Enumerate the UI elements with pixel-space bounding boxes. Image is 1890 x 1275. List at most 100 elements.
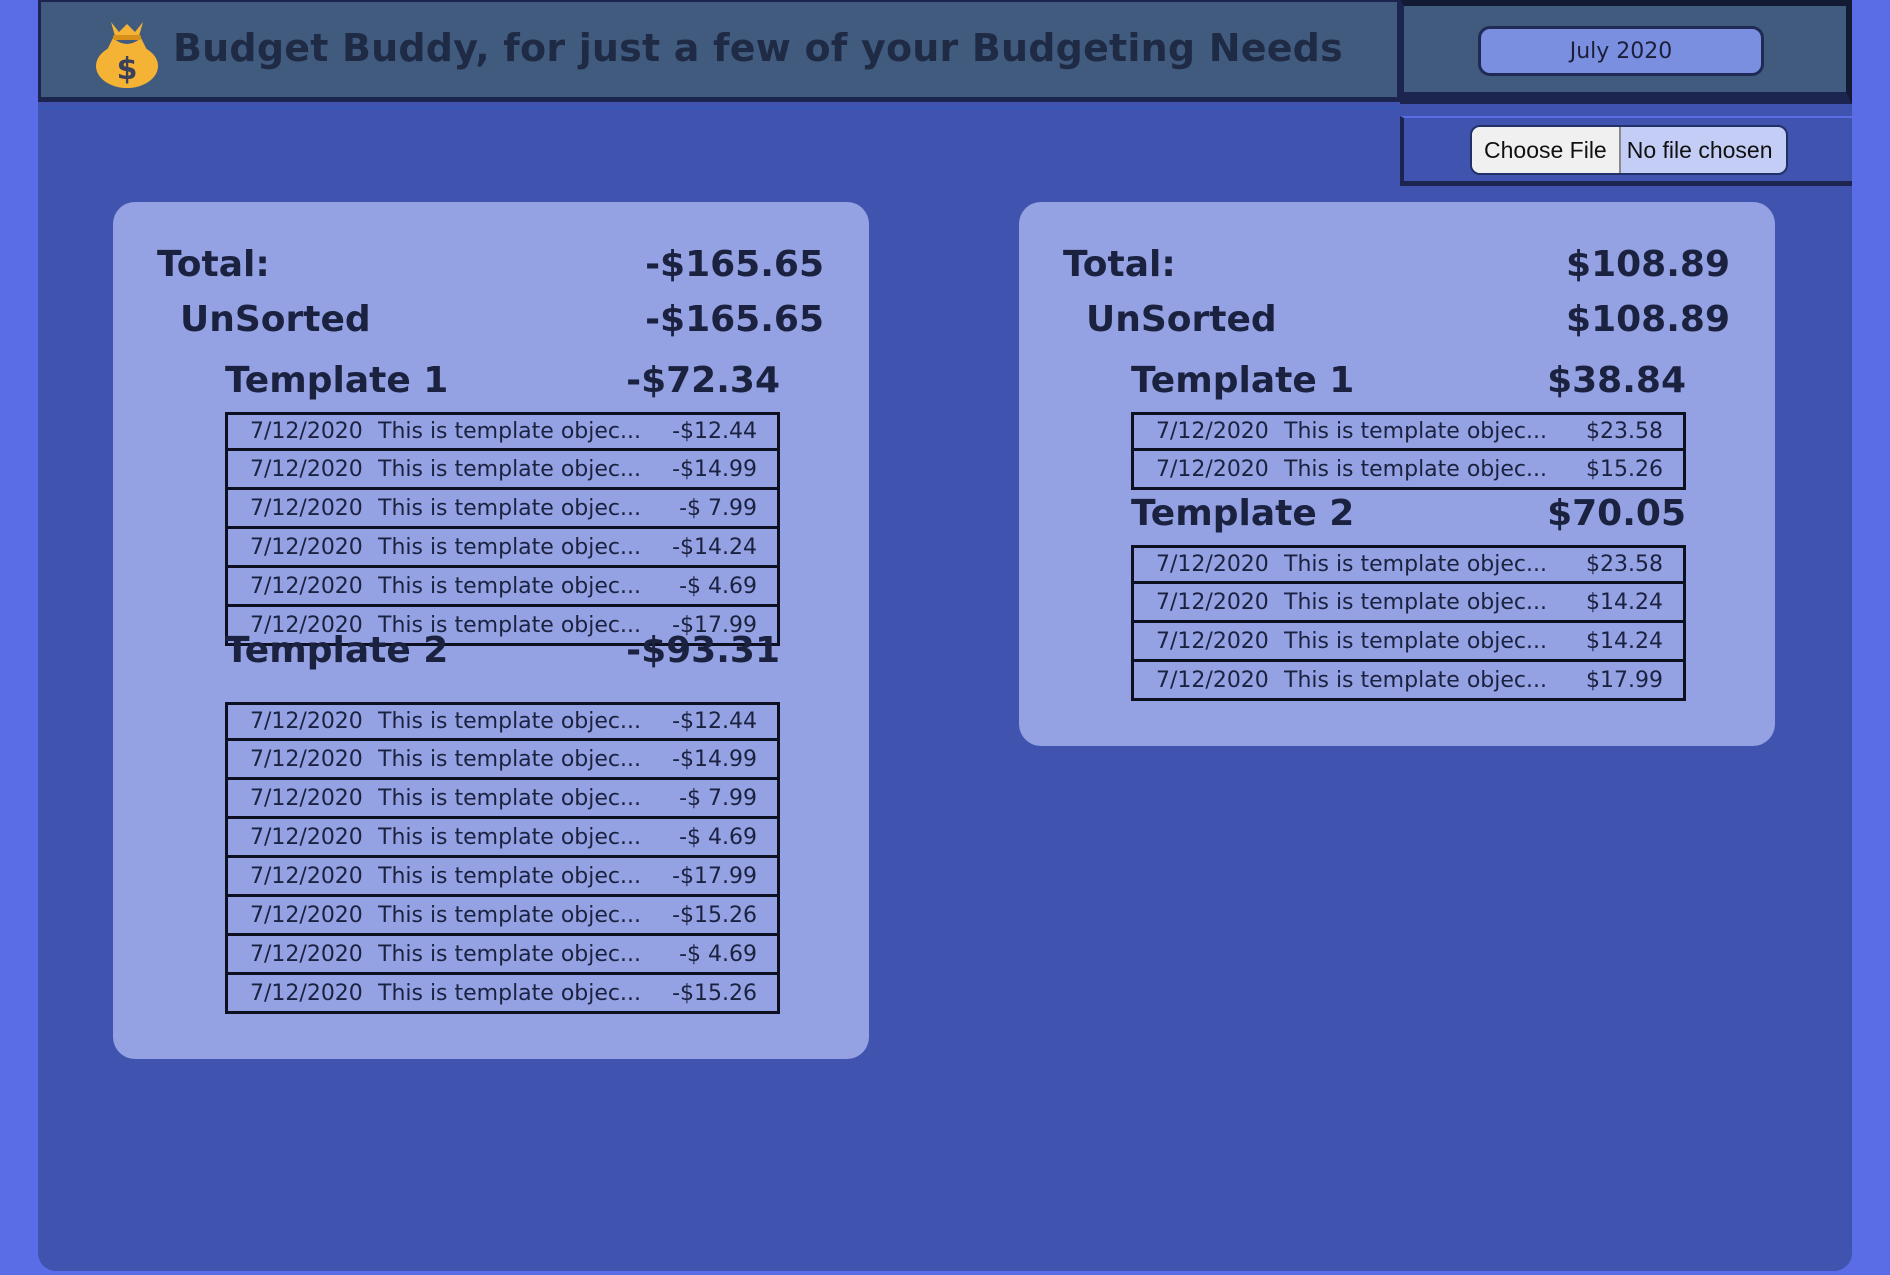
tx-amount: -$ 4.69: [679, 941, 757, 967]
choose-file-button[interactable]: Choose File: [1472, 127, 1621, 173]
tx-date: 7/12/2020: [250, 902, 363, 928]
transaction-row[interactable]: 7/12/2020 This is template objec... $23.58: [1131, 412, 1686, 451]
tx-amount: -$14.99: [672, 456, 757, 482]
tx-amount: -$15.26: [672, 902, 757, 928]
tx-amount: -$ 7.99: [679, 785, 757, 811]
total-value: -$165.65: [645, 244, 824, 285]
group-header-template-2[interactable]: Template 2 $70.05: [1131, 491, 1686, 535]
transaction-list: 7/12/2020 This is template objec... -$12.4…: [225, 702, 780, 1014]
total-label: Total:: [157, 244, 270, 285]
transaction-row[interactable]: 7/12/2020 This is template objec... -$14.9…: [225, 451, 780, 490]
month-panel: July 2020: [1400, 0, 1852, 104]
total-row: Total: -$165.65: [157, 244, 824, 285]
transaction-list: 7/12/2020 This is template objec... -$12.4…: [225, 412, 780, 646]
tx-date: 7/12/2020: [1156, 667, 1269, 693]
tx-amount: -$14.24: [672, 534, 757, 560]
transaction-row[interactable]: 7/12/2020 This is template objec... -$12.4…: [225, 412, 780, 451]
budget-card-left: Total: -$165.65 UnSorted -$165.65 Templa…: [113, 202, 869, 1059]
tx-description: This is template objec...: [378, 902, 641, 928]
tx-description: This is template objec...: [1284, 456, 1547, 482]
tx-amount: $14.24: [1586, 628, 1663, 654]
group-total: $38.84: [1547, 359, 1686, 401]
transaction-row[interactable]: 7/12/2020 This is template objec... -$ 4.6…: [225, 568, 780, 607]
tx-description: This is template objec...: [378, 456, 641, 482]
tx-description: This is template objec...: [1284, 589, 1547, 615]
money-bag-icon: $: [96, 22, 158, 88]
tx-description: This is template objec...: [378, 785, 641, 811]
group-name: Template 1: [225, 359, 449, 401]
transaction-row[interactable]: 7/12/2020 This is template objec... -$ 7.9…: [225, 490, 780, 529]
tx-description: This is template objec...: [378, 746, 641, 772]
transaction-row[interactable]: 7/12/2020 This is template objec... -$ 4.6…: [225, 819, 780, 858]
transaction-row[interactable]: 7/12/2020 This is template objec... -$14.9…: [225, 741, 780, 780]
transaction-row[interactable]: 7/12/2020 This is template objec... -$17.9…: [225, 858, 780, 897]
tx-description: This is template objec...: [378, 980, 641, 1006]
month-selector-button[interactable]: July 2020: [1478, 26, 1764, 76]
tx-date: 7/12/2020: [1156, 589, 1269, 615]
tx-date: 7/12/2020: [250, 495, 363, 521]
transaction-row[interactable]: 7/12/2020 This is template objec... -$15.2…: [225, 897, 780, 936]
unsorted-value: -$165.65: [645, 299, 824, 340]
tx-amount: $23.58: [1586, 419, 1663, 444]
tx-amount: $14.24: [1586, 589, 1663, 615]
tx-date: 7/12/2020: [250, 746, 363, 772]
file-status-text: No file chosen: [1626, 136, 1773, 163]
group-header-template-1[interactable]: Template 1 $38.84: [1131, 358, 1686, 402]
page-title: Budget Buddy, for just a few of your Bud…: [173, 26, 1343, 70]
transaction-row[interactable]: 7/12/2020 This is template objec... -$14.2…: [225, 529, 780, 568]
tx-date: 7/12/2020: [1156, 552, 1269, 577]
tx-amount: -$14.99: [672, 746, 757, 772]
tx-date: 7/12/2020: [250, 419, 363, 444]
unsorted-label: UnSorted: [180, 299, 371, 340]
file-input[interactable]: Choose File No file chosen: [1470, 125, 1788, 175]
tx-description: This is template objec...: [378, 824, 641, 850]
transaction-row[interactable]: 7/12/2020 This is template objec... $23.58: [1131, 545, 1686, 584]
group-header-template-1[interactable]: Template 1 -$72.34: [225, 358, 780, 402]
tx-description: This is template objec...: [378, 573, 641, 599]
tx-date: 7/12/2020: [250, 980, 363, 1006]
group-name: Template 2: [225, 629, 449, 671]
app-header: $ Budget Buddy, for just a few of your B…: [38, 0, 1400, 102]
tx-amount: -$ 4.69: [679, 824, 757, 850]
unsorted-row[interactable]: UnSorted -$165.65: [180, 299, 824, 340]
tx-description: This is template objec...: [378, 534, 641, 560]
svg-text:$: $: [117, 52, 138, 87]
file-upload-panel: Choose File No file chosen: [1400, 116, 1852, 186]
group-name: Template 1: [1131, 359, 1355, 401]
tx-date: 7/12/2020: [1156, 628, 1269, 654]
total-value: $108.89: [1566, 244, 1730, 285]
group-total: -$72.34: [626, 359, 780, 401]
transaction-row[interactable]: 7/12/2020 This is template objec... $14.24: [1131, 584, 1686, 623]
unsorted-label: UnSorted: [1086, 299, 1277, 340]
tx-amount: $23.58: [1586, 552, 1663, 577]
tx-amount: $17.99: [1586, 667, 1663, 693]
transaction-list: 7/12/2020 This is template objec... $23.58…: [1131, 412, 1686, 490]
header-divider: [38, 106, 1400, 110]
tx-amount: -$17.99: [672, 863, 757, 889]
unsorted-value: $108.89: [1566, 299, 1730, 340]
tx-date: 7/12/2020: [250, 863, 363, 889]
tx-amount: -$15.26: [672, 980, 757, 1006]
app-window: $ Budget Buddy, for just a few of your B…: [38, 0, 1852, 1271]
transaction-row[interactable]: 7/12/2020 This is template objec... $17.99: [1131, 662, 1686, 701]
tx-date: 7/12/2020: [1156, 419, 1269, 444]
group-header-template-2[interactable]: Template 2 -$93.31: [225, 628, 780, 672]
tx-description: This is template objec...: [1284, 419, 1547, 444]
tx-date: 7/12/2020: [1156, 456, 1269, 482]
tx-amount: -$12.44: [672, 709, 757, 734]
tx-amount: -$ 7.99: [679, 495, 757, 521]
transaction-row[interactable]: 7/12/2020 This is template objec... -$12.4…: [225, 702, 780, 741]
tx-description: This is template objec...: [1284, 667, 1547, 693]
total-label: Total:: [1063, 244, 1176, 285]
transaction-row[interactable]: 7/12/2020 This is template objec... -$15.2…: [225, 975, 780, 1014]
tx-description: This is template objec...: [378, 863, 641, 889]
tx-description: This is template objec...: [378, 941, 641, 967]
transaction-row[interactable]: 7/12/2020 This is template objec... -$ 7.9…: [225, 780, 780, 819]
tx-date: 7/12/2020: [250, 456, 363, 482]
tx-description: This is template objec...: [378, 495, 641, 521]
group-total: -$93.31: [626, 629, 780, 671]
transaction-row[interactable]: 7/12/2020 This is template objec... $15.26: [1131, 451, 1686, 490]
unsorted-row[interactable]: UnSorted $108.89: [1086, 299, 1730, 340]
transaction-row[interactable]: 7/12/2020 This is template objec... -$ 4.6…: [225, 936, 780, 975]
transaction-row[interactable]: 7/12/2020 This is template objec... $14.24: [1131, 623, 1686, 662]
